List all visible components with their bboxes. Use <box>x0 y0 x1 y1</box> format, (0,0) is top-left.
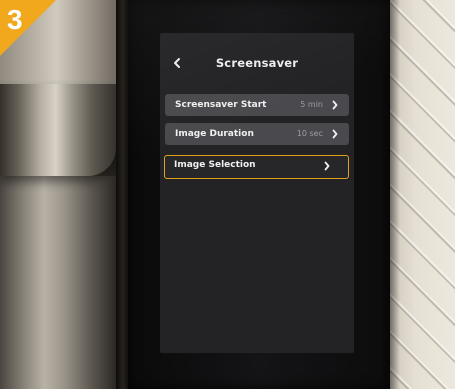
menu-item-label: Screensaver Start <box>175 100 267 110</box>
chevron-right-icon <box>332 100 338 110</box>
chevron-right-icon <box>332 129 338 139</box>
menu-item-label: Image Selection <box>174 160 256 170</box>
menu-item-value: 5 min <box>300 100 323 109</box>
screen-title: Screensaver <box>215 56 299 70</box>
menu-item-screensaver-start[interactable]: Screensaver Start 5 min <box>165 94 349 116</box>
stainless-steel-door-edge <box>0 0 128 389</box>
chevron-left-icon[interactable] <box>171 55 183 71</box>
step-number: 3 <box>7 4 23 35</box>
chevron-right-icon <box>324 161 330 170</box>
menu-item-image-duration[interactable]: Image Duration 10 sec <box>165 123 349 145</box>
steel-handle-curve <box>0 84 116 176</box>
menu-item-value: 10 sec <box>296 129 323 138</box>
menu-item-image-selection[interactable]: Image Selection <box>164 155 349 179</box>
touch-screen: Screensaver Screensaver Start 5 min Imag… <box>160 33 354 353</box>
appliance-photo: Screensaver Screensaver Start 5 min Imag… <box>0 0 455 389</box>
screen-header: Screensaver <box>160 51 354 75</box>
steel-door-lower <box>0 176 116 389</box>
menu-item-label: Image Duration <box>175 129 254 139</box>
